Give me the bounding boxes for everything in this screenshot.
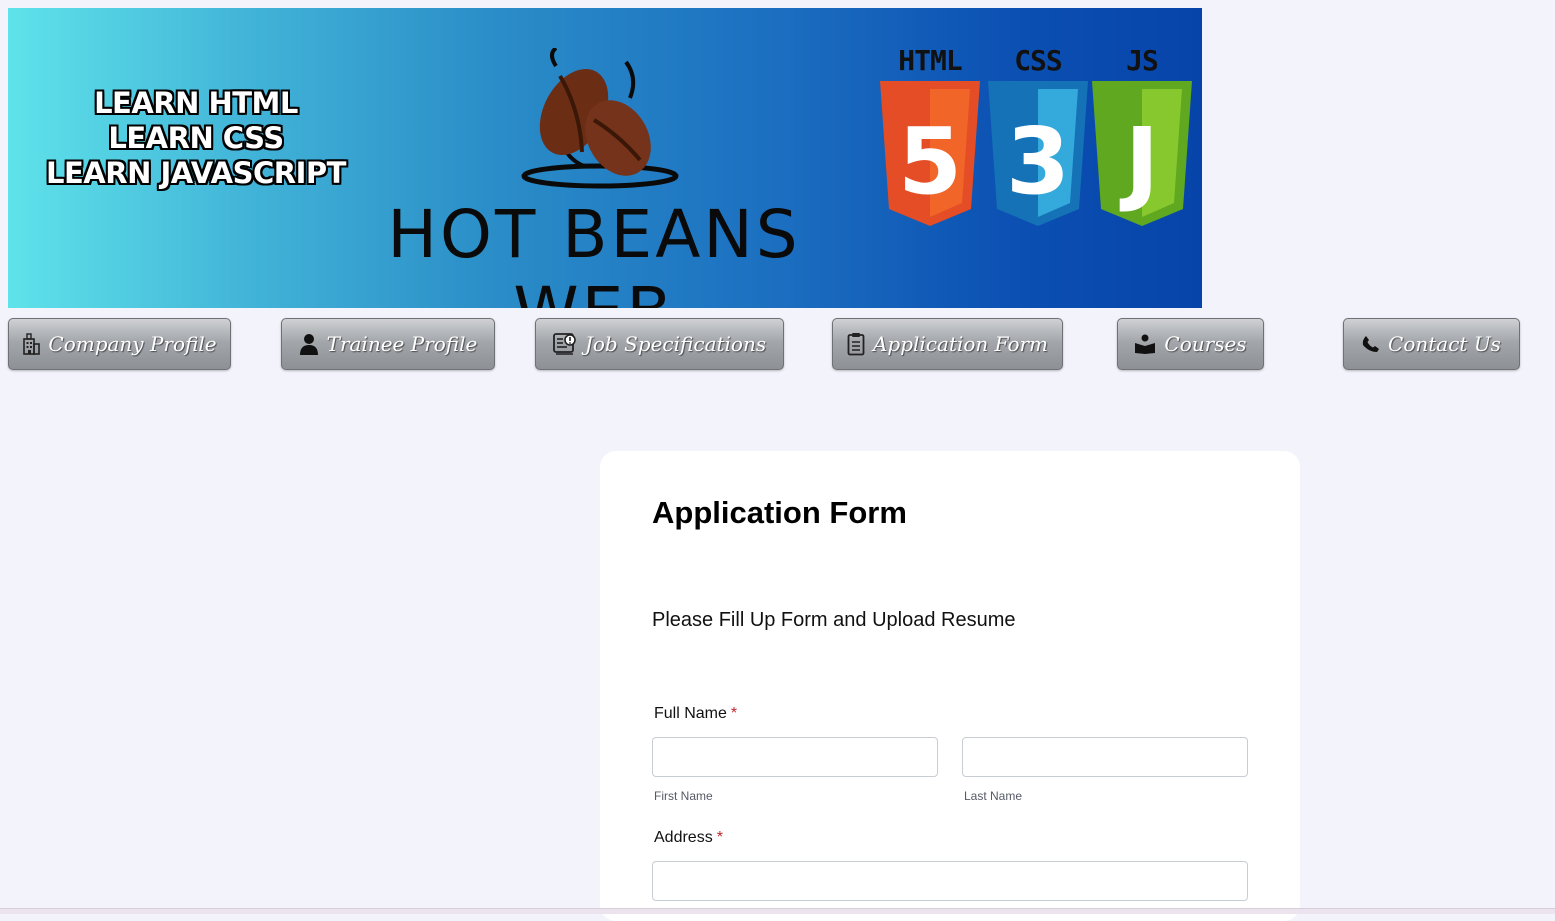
nav-courses-button[interactable]: Courses — [1117, 318, 1264, 370]
first-name-input[interactable] — [652, 737, 938, 777]
js-label: JS — [1126, 44, 1159, 77]
nav-contact-us-label: Contact Us — [1388, 332, 1501, 356]
person-icon — [299, 333, 319, 355]
learn-slogan: LEARN HTML LEARN CSS LEARN JAVASCRIPT — [46, 86, 346, 191]
js-shield-icon: J — [1092, 81, 1192, 226]
html5-badge: HTML 5 — [880, 44, 980, 231]
reader-icon — [1134, 334, 1156, 354]
required-marker: * — [730, 705, 738, 722]
js-glyph: J — [1119, 108, 1159, 215]
nav-application-form-label: Application Form — [872, 332, 1049, 356]
nav-courses-label: Courses — [1164, 332, 1247, 356]
learn-line-js: LEARN JAVASCRIPT — [46, 156, 346, 190]
address-input[interactable] — [652, 861, 1248, 901]
full-name-label: Full Name * — [654, 705, 737, 723]
phone-icon — [1362, 335, 1380, 353]
form-title: Application Form — [652, 495, 907, 530]
clipboard-icon — [847, 332, 865, 356]
css-label: CSS — [1014, 44, 1063, 77]
brand-name: HOT BEANS WEB — [387, 196, 801, 308]
nav-application-form-button[interactable]: Application Form — [832, 318, 1063, 370]
learn-line-css: LEARN CSS — [108, 121, 284, 155]
application-form-card: Application Form Please Fill Up Form and… — [600, 451, 1300, 921]
address-label-text: Address — [654, 829, 713, 846]
nav-trainee-profile-label: Trainee Profile — [326, 332, 478, 356]
css3-badge: CSS 3 — [988, 44, 1088, 231]
building-icon — [22, 333, 41, 355]
form-subtitle: Please Fill Up Form and Upload Resume — [652, 609, 1016, 631]
nav-contact-us-button[interactable]: Contact Us — [1343, 318, 1520, 370]
last-name-input[interactable] — [962, 737, 1248, 777]
html-label: HTML — [898, 44, 962, 77]
nav-trainee-profile-button[interactable]: Trainee Profile — [281, 318, 495, 370]
css3-digit: 3 — [1006, 108, 1070, 215]
learn-line-html: LEARN HTML — [94, 86, 298, 120]
bottom-border — [0, 908, 1555, 914]
nav-company-profile-button[interactable]: Company Profile — [8, 318, 231, 370]
nav-job-specifications-label: Job Specifications — [584, 332, 767, 356]
required-marker: * — [716, 829, 723, 846]
js-badge: JS J — [1092, 44, 1192, 231]
html5-digit: 5 — [898, 108, 962, 215]
job-spec-icon — [552, 332, 577, 356]
first-name-sublabel: First Name — [654, 789, 713, 803]
last-name-sublabel: Last Name — [964, 789, 1023, 803]
address-label: Address * — [654, 829, 723, 847]
full-name-label-text: Full Name — [654, 705, 727, 722]
nav-company-profile-label: Company Profile — [48, 332, 217, 356]
html5-shield-icon: 5 — [880, 81, 980, 226]
coffee-beans-logo — [521, 48, 679, 189]
hot-beans-banner: LEARN HTML LEARN CSS LEARN JAVASCRIPT HO… — [8, 8, 1202, 308]
nav-job-specifications-button[interactable]: Job Specifications — [535, 318, 784, 370]
css3-shield-icon: 3 — [988, 81, 1088, 226]
